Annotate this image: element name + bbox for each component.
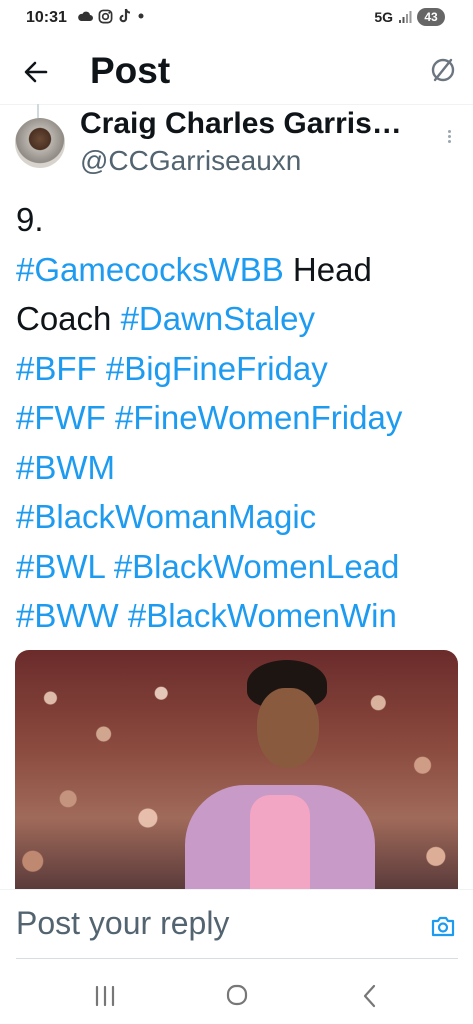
signal-icon (399, 11, 412, 23)
post-text-run (97, 350, 106, 387)
more-options-button[interactable] (443, 128, 455, 150)
post-text-run (119, 597, 128, 634)
hashtag-link[interactable]: #FineWomenFriday (115, 399, 402, 436)
instagram-icon (98, 9, 113, 23)
system-back-button[interactable] (350, 978, 390, 1014)
hashtag-link[interactable]: #BFF (16, 350, 97, 387)
back-icon (363, 984, 376, 1008)
cloud-icon (78, 11, 93, 21)
notification-icons (77, 8, 145, 24)
shirt (250, 795, 310, 890)
battery-indicator: 43 (417, 8, 445, 26)
network-type: 5G (374, 9, 393, 25)
post-image[interactable] (15, 650, 458, 890)
hashtag-link[interactable]: #BWW (16, 597, 119, 634)
more-dot-icon (447, 130, 451, 133)
header-divider (0, 104, 473, 105)
author-handle[interactable]: @CCGarriseauxn (80, 145, 301, 177)
back-button[interactable] (18, 54, 54, 90)
hashtag-link[interactable]: #DawnStaley (121, 300, 315, 337)
status-bar: 10:31 5G 43 (0, 0, 473, 40)
author-name[interactable]: Craig Charles Garris… (80, 107, 402, 141)
thread-line (37, 104, 39, 118)
more-dot-icon (447, 140, 451, 143)
hashtag-link[interactable]: #BlackWomenWin (128, 597, 397, 634)
avatar[interactable] (15, 118, 65, 168)
post-header: Post (0, 40, 473, 104)
hashtag-link[interactable]: #BWM (16, 449, 115, 486)
prohibit-icon (431, 58, 455, 82)
camera-button[interactable] (429, 912, 457, 940)
post-text: 9. #GamecocksWBB Head Coach #DawnStaley … (16, 195, 466, 641)
page-title: Post (90, 50, 171, 91)
home-button[interactable] (217, 978, 257, 1014)
reply-underline (16, 958, 458, 959)
system-nav-bar (0, 968, 473, 1024)
camera-icon (431, 916, 455, 937)
recent-apps-icon (95, 985, 115, 1007)
hashtag-link[interactable]: #BWL (16, 548, 105, 585)
hashtag-link[interactable]: #GamecocksWBB (16, 251, 284, 288)
more-dot-icon (447, 135, 451, 138)
recent-apps-button[interactable] (85, 978, 125, 1014)
hashtag-link[interactable]: #BlackWomenLead (114, 548, 400, 585)
reply-input[interactable]: Post your reply (16, 905, 229, 942)
prohibit-button[interactable] (427, 54, 459, 86)
dot-icon (138, 13, 144, 19)
post-text-run (106, 399, 115, 436)
post-text-run (105, 548, 114, 585)
hashtag-link[interactable]: #BigFineFriday (106, 350, 328, 387)
face (257, 688, 319, 768)
status-time: 10:31 (26, 9, 67, 26)
arrow-left-icon (24, 61, 48, 83)
tiktok-icon (119, 8, 131, 23)
reply-divider (0, 889, 473, 890)
post-text-run: 9. (16, 201, 44, 238)
hashtag-link[interactable]: #FWF (16, 399, 106, 436)
home-icon (226, 984, 248, 1006)
hashtag-link[interactable]: #BlackWomanMagic (16, 498, 316, 535)
